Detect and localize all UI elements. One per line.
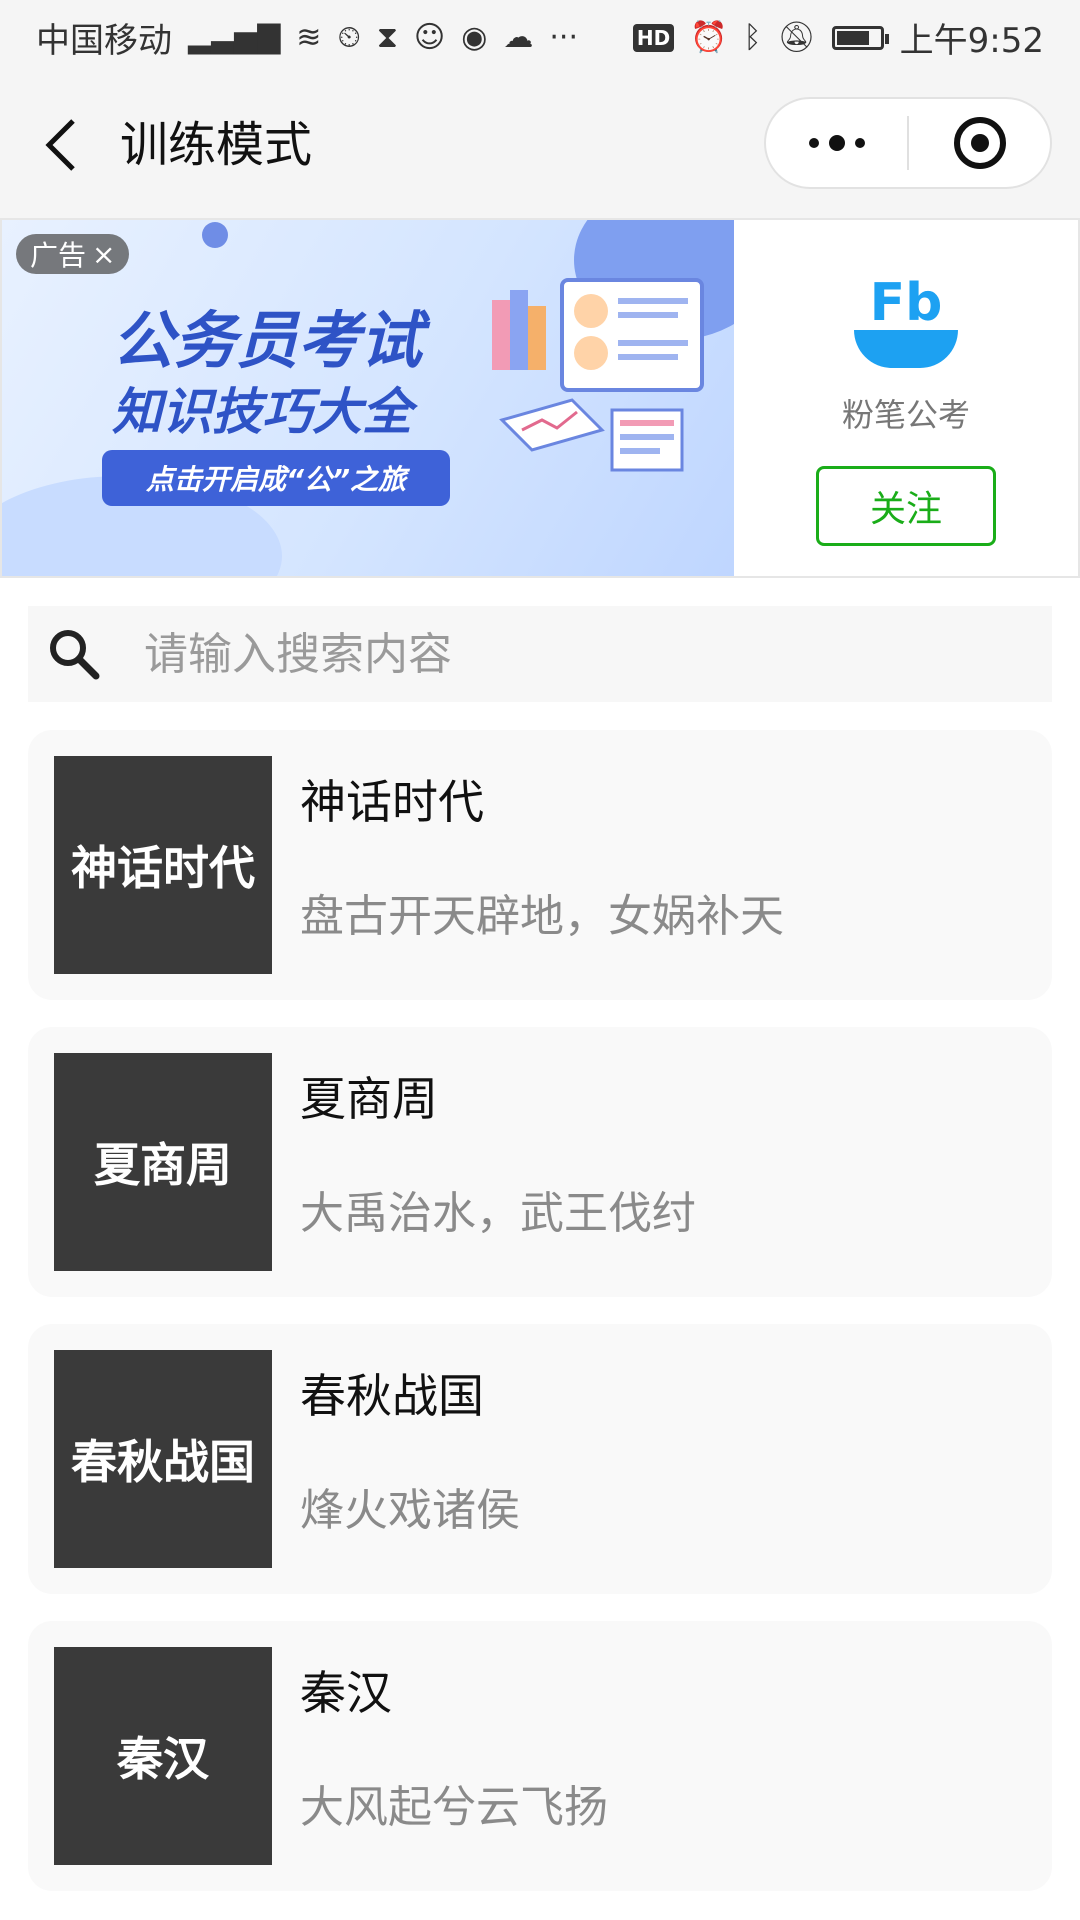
hd-badge: HD	[632, 23, 675, 52]
status-time: 上午9:52	[899, 21, 1044, 61]
list-item-subtitle: 烽火戏诸侯	[300, 1485, 520, 1536]
list-item-title: 神话时代	[300, 775, 484, 829]
ad-banner[interactable]: 公务员考试 知识技巧大全 点击开启成“公”之旅 广告 × Fb 粉笔公考 关注	[0, 218, 1080, 578]
mute-icon: 🔕︎	[777, 19, 816, 55]
wifi-icon: ≋	[296, 19, 322, 55]
list-item-thumbnail: 春秋战国	[54, 1350, 272, 1568]
bluetooth-icon: ᛒ	[743, 19, 762, 55]
close-miniprogram-button[interactable]	[909, 99, 1050, 187]
ad-badge-label: 广告	[30, 239, 87, 272]
list-item[interactable]: 秦汉 秦汉 大风起兮云飞扬	[28, 1621, 1052, 1891]
chevron-left-icon	[45, 119, 75, 171]
status-right: HD ⏰ ᛒ 🔕︎ 上午9:52	[632, 13, 1044, 62]
carrier-label: 中国移动	[36, 21, 172, 61]
status-bar: 中国移动 ▂▃▅▇ ≋ ⏲ ⧗ ☺ ◉ ☁ ··· HD ⏰ ᛒ 🔕︎ 上午9:…	[0, 0, 1080, 75]
alarm-icon: ⏰	[690, 19, 728, 55]
ad-title-line2: 知识技巧大全	[112, 383, 412, 441]
ad-decoration	[202, 222, 228, 248]
list-item-title: 夏商周	[300, 1072, 438, 1126]
more-notifications-icon: ···	[549, 19, 578, 55]
list-item[interactable]: 春秋战国 春秋战国 烽火戏诸侯	[28, 1324, 1052, 1594]
hourglass-icon: ⧗	[376, 19, 398, 55]
list-item[interactable]: 夏商周 夏商周 大禹治水，武王伐纣	[28, 1027, 1052, 1297]
wechat-icon: ☁	[503, 19, 534, 55]
list-item-title: 春秋战国	[300, 1369, 484, 1423]
page-title: 训练模式	[120, 117, 313, 173]
list-item[interactable]: 神话时代 神话时代 盘古开天辟地，女娲补天	[28, 730, 1052, 1000]
battery-icon	[831, 25, 889, 50]
computer-illustration-icon	[492, 278, 704, 472]
mini-program-capsule	[764, 97, 1052, 189]
ad-image[interactable]: 公务员考试 知识技巧大全 点击开启成“公”之旅 广告 ×	[2, 220, 734, 576]
back-button[interactable]	[36, 115, 86, 175]
list-item-subtitle: 大禹治水，武王伐纣	[300, 1188, 696, 1239]
status-left: 中国移动 ▂▃▅▇ ≋ ⏲ ⧗ ☺ ◉ ☁ ···	[36, 13, 578, 62]
brand-name: 粉笔公考	[841, 396, 970, 434]
list-item-subtitle: 大风起兮云飞扬	[300, 1782, 608, 1833]
ad-title-line1: 公务员考试	[112, 304, 423, 377]
search-bar[interactable]	[28, 606, 1052, 702]
notification-icon: ⏲	[337, 19, 361, 55]
ad-brand-panel: Fb 粉笔公考 关注	[734, 220, 1078, 576]
list-item-thumbnail: 夏商周	[54, 1053, 272, 1271]
ad-badge[interactable]: 广告 ×	[16, 234, 130, 274]
target-icon	[953, 117, 1006, 169]
search-icon	[50, 630, 100, 680]
ad-cta-button[interactable]: 点击开启成“公”之旅	[102, 450, 450, 506]
list-item-thumbnail: 神话时代	[54, 756, 272, 974]
more-button[interactable]	[766, 99, 907, 187]
qq-icon: ☺	[413, 19, 446, 55]
more-dots-icon	[808, 135, 865, 151]
fenbi-logo-icon: Fb	[854, 277, 958, 368]
list-item-thumbnail: 秦汉	[54, 1647, 272, 1865]
close-icon[interactable]: ×	[92, 238, 115, 271]
signal-icon: ▂▃▅▇	[188, 19, 281, 55]
list-item-subtitle: 盘古开天辟地，女娲补天	[300, 891, 784, 942]
nav-bar: 训练模式	[0, 75, 1080, 218]
list-item-title: 秦汉	[300, 1666, 392, 1720]
search-input[interactable]	[142, 627, 1026, 681]
chrome-icon: ◉	[461, 19, 488, 55]
follow-button[interactable]: 关注	[816, 466, 996, 546]
